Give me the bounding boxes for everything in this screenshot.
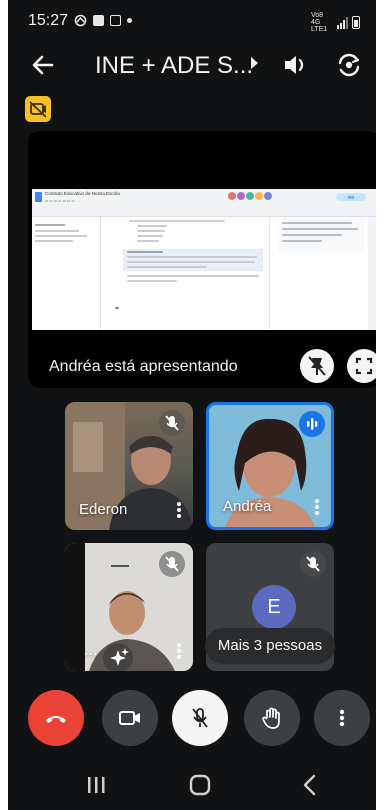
more-options-button[interactable] [314, 690, 370, 746]
notification-icons [74, 14, 132, 27]
doc-collaborators [228, 192, 272, 200]
sparkle-icon [110, 648, 129, 666]
battery-icon [352, 16, 360, 29]
speaking-indicator-icon [299, 411, 325, 437]
hand-icon [262, 707, 280, 729]
unpin-icon [308, 356, 326, 376]
doc-side-panel [368, 217, 376, 330]
participant-more-icon[interactable] [315, 499, 319, 515]
muted-mic-icon [159, 410, 185, 436]
app-notification-icon [74, 14, 87, 27]
status-time: 15:27 [28, 12, 69, 29]
muted-mic-icon [159, 551, 185, 577]
presentation-top-area [28, 131, 376, 189]
doc-name: Contrato Educativo de Nossa Escola [45, 191, 120, 196]
doc-page [100, 217, 270, 330]
doc-outline [35, 224, 97, 242]
speaker-icon[interactable] [280, 50, 310, 80]
participant-more-icon[interactable] [177, 502, 181, 518]
meeting-title[interactable]: INE + ADE S... [95, 52, 253, 80]
muted-mic-icon [300, 551, 326, 577]
switch-camera-icon[interactable] [334, 50, 364, 80]
avatar: E [252, 585, 296, 629]
mic-off-icon [192, 708, 208, 728]
doc-comment [278, 217, 364, 253]
effects-button[interactable] [103, 643, 133, 671]
participant-more-icon[interactable] [177, 643, 181, 659]
video-camera-icon [119, 711, 140, 725]
shared-document-screen: Contrato Educativo de Nossa Escola ▭ ▭ ▭… [32, 189, 376, 330]
recent-apps-icon[interactable] [76, 770, 116, 800]
fullscreen-button[interactable] [347, 349, 376, 383]
system-navigation-bar [8, 760, 376, 810]
doc-share-button: ▤▤ [336, 193, 366, 201]
back-nav-icon[interactable] [290, 770, 330, 800]
status-right: Vo8 4G LTE1 [311, 12, 360, 33]
participant-tile-andrea[interactable]: Andréa [206, 402, 334, 530]
more-notifications-dot [127, 18, 132, 23]
participant-tile-3[interactable]: … [65, 543, 193, 671]
participant-name: Ederon [79, 501, 128, 518]
fullscreen-icon [355, 357, 373, 375]
raise-hand-button[interactable] [244, 690, 300, 746]
participant-tile-ederon[interactable]: Ederon [65, 402, 193, 530]
back-arrow-icon[interactable] [28, 50, 58, 80]
camera-off-badge [25, 96, 51, 122]
message-notification-icon [110, 15, 121, 26]
more-people-chip[interactable]: Mais 3 pessoas [205, 628, 335, 664]
doc-title-bar: Contrato Educativo de Nossa Escola ▭ ▭ ▭… [32, 189, 376, 207]
top-app-bar: INE + ADE S... [8, 40, 376, 98]
doc-toolbar [32, 207, 376, 217]
network-label: Vo8 4G LTE1 [311, 12, 328, 33]
presentation-panel[interactable]: Contrato Educativo de Nossa Escola ▭ ▭ ▭… [28, 131, 376, 388]
participant-name-truncated: … [83, 642, 98, 659]
camera-off-icon [29, 101, 47, 118]
home-icon[interactable] [180, 770, 220, 800]
docs-logo-icon [35, 192, 42, 202]
phone-screen: 15:27 Vo8 4G LTE1 INE + ADE S... Contrat… [8, 0, 376, 810]
unpin-button[interactable] [300, 349, 334, 383]
gallery-notification-icon [93, 15, 104, 26]
camera-button[interactable] [102, 690, 158, 746]
microphone-button[interactable] [172, 690, 228, 746]
call-controls [8, 690, 376, 750]
presenter-label: Andréa está apresentando [49, 358, 238, 375]
status-bar: 15:27 Vo8 4G LTE1 [8, 0, 376, 40]
doc-menu-bar: ▭ ▭ ▭ ▭ ▭ ▭ ▭ [45, 199, 75, 203]
expand-title-icon[interactable] [251, 57, 258, 69]
hang-up-icon [46, 716, 66, 723]
participant-name: Andréa [223, 498, 272, 515]
more-vert-icon [339, 709, 345, 727]
end-call-button[interactable] [28, 690, 84, 746]
signal-icon [337, 16, 348, 29]
